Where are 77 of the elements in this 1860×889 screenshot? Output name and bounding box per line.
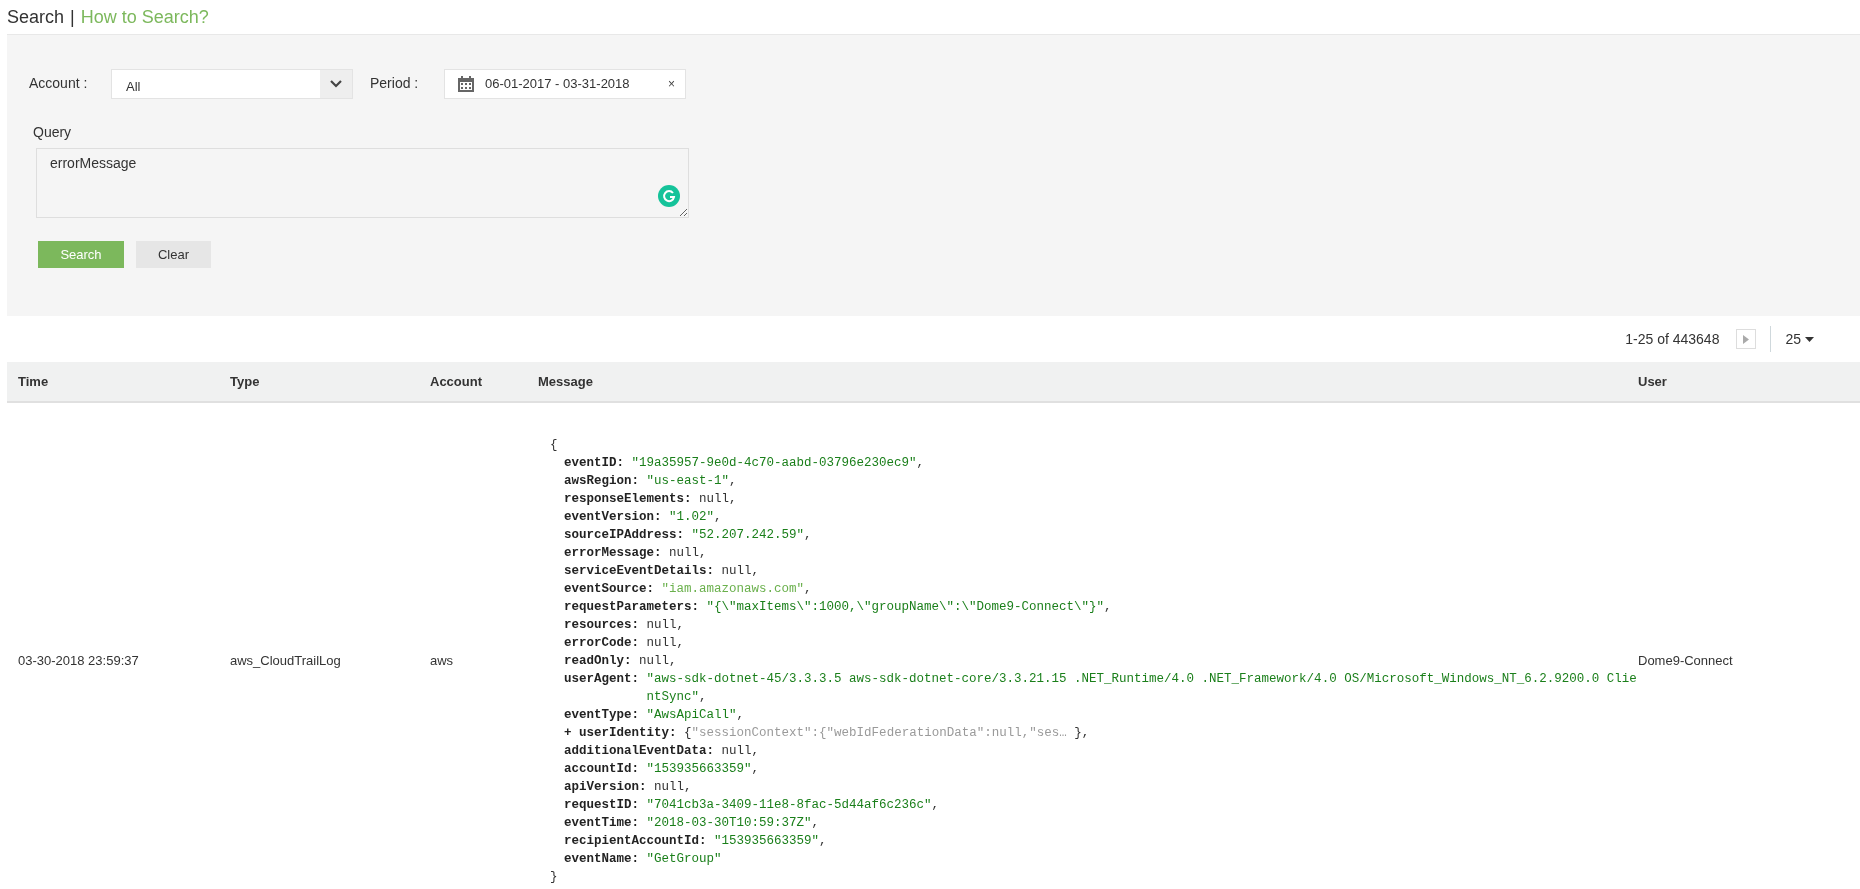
json-brace: { [550,437,558,454]
json-key: eventTime: [564,814,639,832]
table-cell: aws_CloudTrailLog [230,653,341,669]
json-value: "{\"maxItems\":1000,\"groupName\":\"Dome9-Connect\"}", [706,599,1112,616]
column-header: Message [538,373,593,389]
account-select[interactable]: All [111,69,353,99]
column-header: Type [230,373,260,389]
json-value: "us-east-1", [646,473,737,490]
json-value: "19a35957-9e0d-4c70-aabd-03796e230ec9", [631,455,925,472]
json-key: additionalEventData: [564,742,715,760]
column-header: Time [18,373,49,389]
json-value: null, [646,617,685,634]
json-value: "sessionContext":{"webIdFederationData":null,"ses… [691,726,1067,740]
page-size-dropdown[interactable]: 25 [1785,328,1814,350]
play-icon [1743,334,1750,344]
clear-date-button[interactable]: × [668,75,675,93]
table-cell: aws [430,653,454,669]
json-key: accountId: [564,760,639,778]
json-key: requestParameters: [564,598,700,616]
json-value: "52.207.242.59", [691,527,812,544]
json-value: "GetGroup" [646,851,722,868]
json-key: recipientAccountId: [564,832,707,850]
next-page-button[interactable] [1736,329,1757,349]
json-brace: } [1074,726,1082,740]
column-header: Account [430,373,482,389]
json-brace: } [550,869,558,886]
field-label: Period : [370,74,420,93]
json-key: errorCode: [564,634,639,652]
json-key: userIdentity: [579,726,677,740]
json-value: null, [669,545,707,562]
json-comma: , [1081,726,1090,740]
json-key: eventSource: [564,580,654,598]
title-separator: | [70,6,75,29]
json-value: "153935663359", [714,833,827,850]
json-key: responseElements: [564,490,692,508]
json-key: readOnly: [564,652,632,670]
json-key: eventName: [564,850,639,868]
caret-icon [1805,336,1814,342]
json-key: sourceIPAddress: [564,526,685,544]
json-key: awsRegion: [564,472,639,490]
json-value: null, [721,563,760,580]
json-key: userAgent: [564,670,639,706]
json-value: "2018-03-30T10:59:37Z", [646,815,820,832]
json-value: null, [639,653,677,670]
json-value: null, [646,635,685,652]
json-value: "AwsApiCall", [646,707,745,724]
json-key: requestID: [564,796,639,814]
table-cell: 03-30-2018 23:59:37 [18,653,139,669]
json-value: null, [654,779,692,796]
json-key: eventID: [564,454,624,472]
json-key: apiVersion: [564,778,647,796]
field-label: Query [33,123,72,142]
field-label: Account : [29,74,89,93]
refresh-icon[interactable] [658,185,680,207]
clear-button[interactable]: Clear [136,241,211,268]
json-key: resources: [564,616,639,634]
json-key: serviceEventDetails: [564,562,715,580]
calendar-icon [457,75,475,93]
table-cell: Dome9-Connect [1638,653,1733,669]
page-title: Search [7,6,65,29]
json-value: null, [721,743,760,760]
json-key: eventVersion: [564,508,662,526]
column-header: User [1638,373,1667,389]
json-value: "1.02", [669,509,722,526]
json-value: "153935663359", [646,761,760,778]
json-key: errorMessage: [564,544,662,562]
json-value: "aws-sdk-dotnet-45/3.3.3.5 aws-sdk-dotnet-core/3.3.21.15 .NET_Runtime/4.0 .NET_Framework/4.0 OS/Microsoft_Windows_NT_6.2.9200.0 ClientSync", [646,671,1638,706]
period-field[interactable]: 06-01-2017 - 03-31-2018 × [444,69,686,99]
json-key: eventType: [564,706,639,724]
query-field[interactable]: errorMessage [36,148,689,218]
expand-toggle[interactable]: + [564,726,572,740]
json-value: "7041cb3a-3409-11e8-8fac-5d44af6c236c", [646,797,940,814]
result-range: 1-25 of 443648 [1625,329,1720,349]
chevron-down-icon [330,80,342,88]
json-value: "iam.amazonaws.com", [661,581,812,598]
json-brace: { [684,726,692,740]
json-value: null, [699,491,737,508]
